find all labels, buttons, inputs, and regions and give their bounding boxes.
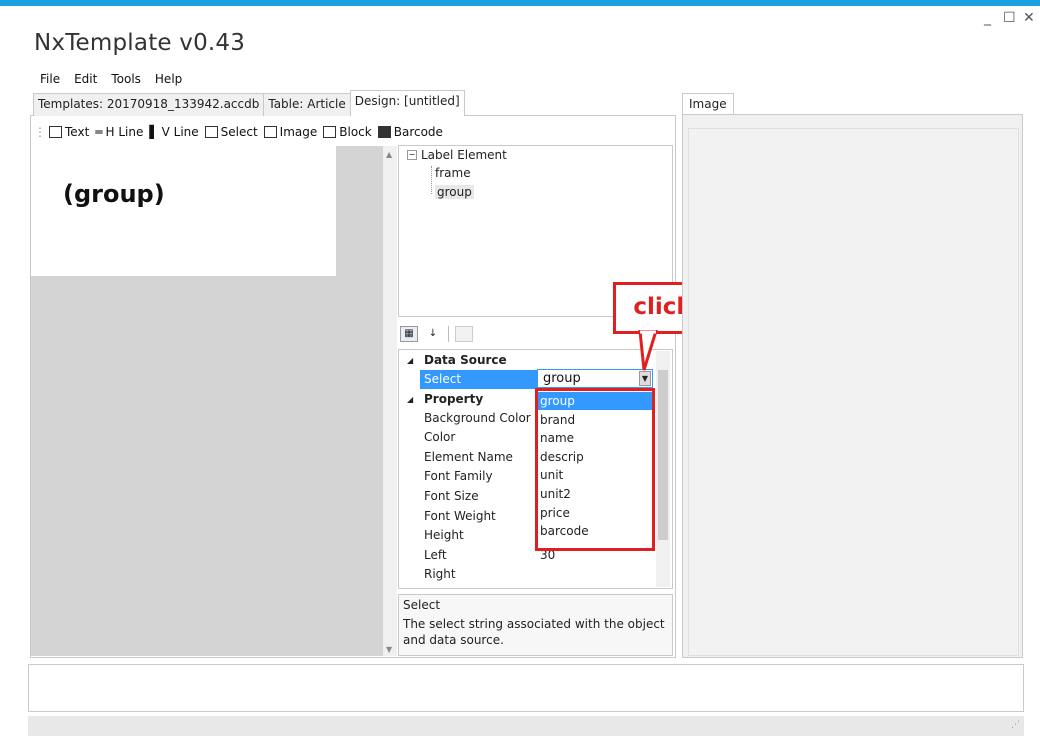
text-icon bbox=[49, 126, 62, 138]
hline-tool-button[interactable]: ═ H Line bbox=[95, 125, 143, 139]
close-button[interactable]: ✕ bbox=[1023, 10, 1035, 26]
block-tool-button[interactable]: Block bbox=[323, 125, 372, 139]
text-tool-button[interactable]: Text bbox=[49, 125, 89, 139]
property-row[interactable]: Right bbox=[399, 565, 657, 584]
dropdown-highlight-box bbox=[535, 388, 655, 551]
tree-root-node[interactable]: − Label Element bbox=[407, 148, 507, 162]
image-tool-button[interactable]: Image bbox=[263, 125, 317, 139]
block-icon bbox=[323, 126, 337, 138]
description-text: The select string associated with the ob… bbox=[403, 617, 665, 647]
image-icon bbox=[263, 126, 277, 138]
app-title: NxTemplate v0.43 bbox=[34, 30, 246, 56]
resize-grip-icon[interactable]: ⋰ bbox=[1011, 720, 1020, 730]
barcode-icon bbox=[377, 126, 391, 138]
select-tool-button[interactable]: Select bbox=[204, 125, 258, 139]
title-accent-bar bbox=[0, 0, 1040, 6]
select-icon bbox=[204, 126, 218, 138]
vline-icon: ▌ bbox=[149, 125, 159, 139]
status-bar: ⋰ bbox=[28, 716, 1024, 736]
callout-pointer bbox=[638, 330, 658, 371]
minimize-button[interactable]: _ bbox=[984, 10, 991, 26]
category-data-source[interactable]: ◢ Data Source bbox=[399, 351, 657, 370]
tab-design[interactable]: Design: [untitled] bbox=[349, 90, 465, 116]
tree-root-label: Label Element bbox=[421, 148, 507, 162]
label-canvas[interactable] bbox=[31, 146, 336, 276]
select-combobox-value: group bbox=[543, 371, 581, 386]
tree-line bbox=[431, 166, 433, 194]
barcode-tool-button[interactable]: Barcode bbox=[377, 125, 443, 139]
tab-image[interactable]: Image bbox=[682, 93, 734, 114]
scroll-down-icon: ▼ bbox=[386, 645, 393, 654]
property-toolbar: ▦ ↓ bbox=[400, 326, 473, 342]
hline-icon: ═ bbox=[95, 125, 103, 139]
categorized-icon[interactable]: ▦ bbox=[400, 326, 418, 342]
menu-edit[interactable]: Edit bbox=[74, 72, 97, 90]
design-toolbar: ⋮ Text ═ H Line ▌ V Line Select Image Bloc… bbox=[34, 122, 449, 142]
image-preview-area bbox=[688, 128, 1019, 656]
scroll-up-icon: ▲ bbox=[386, 150, 393, 159]
expand-icon: ◢ bbox=[407, 356, 414, 365]
canvas-scrollbar[interactable]: ▲ ▼ bbox=[383, 146, 397, 656]
vline-tool-button[interactable]: ▌ V Line bbox=[149, 125, 198, 139]
tab-templates[interactable]: Templates: 20170918_133942.accdb bbox=[33, 93, 265, 116]
description-title: Select bbox=[403, 598, 441, 612]
toolbar-grip: ⋮ bbox=[34, 125, 46, 139]
tree-node-frame[interactable]: frame bbox=[435, 166, 471, 180]
property-pages-icon[interactable] bbox=[455, 326, 473, 342]
sort-alpha-icon[interactable]: ↓ bbox=[424, 326, 442, 342]
tab-table[interactable]: Table: Article bbox=[263, 93, 351, 116]
canvas-group-element[interactable]: (group) bbox=[63, 180, 165, 208]
menu-bar: File Edit Tools Help bbox=[40, 72, 182, 90]
expand-icon: ◢ bbox=[407, 395, 414, 404]
menu-file[interactable]: File bbox=[40, 72, 60, 90]
tab-strip: Templates: 20170918_133942.accdb Table: … bbox=[33, 90, 465, 117]
output-panel bbox=[28, 664, 1024, 712]
maximize-button[interactable]: ☐ bbox=[1003, 10, 1016, 26]
tree-node-group[interactable]: group bbox=[435, 185, 474, 199]
menu-help[interactable]: Help bbox=[155, 72, 182, 90]
toolbar-separator bbox=[448, 326, 449, 342]
collapse-icon[interactable]: − bbox=[407, 150, 417, 160]
property-grid-scroll-thumb[interactable] bbox=[658, 370, 668, 540]
callout-pointer-shape bbox=[638, 330, 658, 371]
menu-tools[interactable]: Tools bbox=[111, 72, 141, 90]
